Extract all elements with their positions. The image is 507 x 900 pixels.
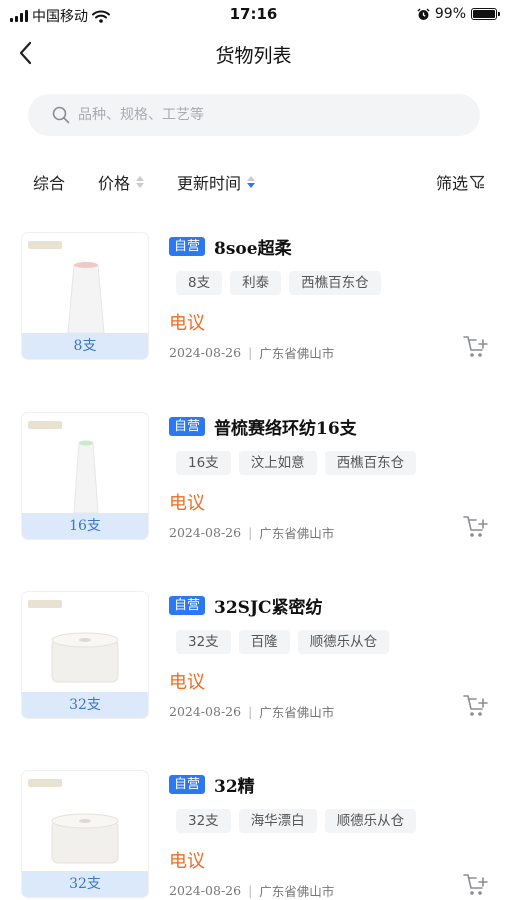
tag: 西樵百东仓 — [324, 451, 417, 475]
update-date: 2024-08-26 — [169, 704, 242, 719]
tag: 32支 — [176, 630, 231, 654]
product-info: 自营 32SJC紧密纺 32支 百隆 顺德乐从仓 电议 2024-08-26 |… — [169, 592, 489, 721]
meta-row: 2024-08-26 | 广东省佛山市 — [169, 702, 489, 721]
tag: 百隆 — [238, 630, 290, 654]
tag-list: 8支 利泰 西樵百东仓 — [176, 271, 489, 295]
spec-label: 16支 — [22, 513, 148, 539]
product-card[interactable]: 32支 自营 32SJC紧密纺 32支 百隆 顺德乐从仓 电议 2024-08-… — [0, 592, 507, 732]
update-date: 2024-08-26 — [169, 345, 242, 360]
battery-icon — [471, 8, 500, 20]
product-info: 自营 32精 32支 海华漂白 顺德乐从仓 电议 2024-08-26 | 广东… — [169, 771, 489, 900]
sort-update-time-label: 更新时间 — [177, 174, 242, 193]
product-image[interactable]: 8支 — [22, 233, 148, 359]
search-bar[interactable] — [28, 94, 480, 136]
sort-arrows-icon — [136, 176, 145, 188]
divider: | — [248, 883, 253, 898]
brand-logo — [28, 241, 62, 249]
product-title: 8soe超柔 — [214, 238, 292, 259]
sort-arrows-icon — [247, 176, 256, 188]
update-date: 2024-08-26 — [169, 525, 242, 540]
self-operated-badge: 自营 — [169, 416, 206, 436]
back-arrow-icon[interactable] — [14, 40, 40, 66]
tag: 顺德乐从仓 — [324, 809, 417, 833]
self-operated-badge: 自营 — [169, 774, 206, 794]
sort-bar: 综合 价格 更新时间 筛选 — [0, 168, 507, 196]
product-card[interactable]: 8支 自营 8soe超柔 8支 利泰 西樵百东仓 电议 2024-08-26 |… — [0, 233, 507, 373]
product-title: 32SJC紧密纺 — [214, 597, 323, 618]
location: 广东省佛山市 — [259, 705, 335, 720]
meta-row: 2024-08-26 | 广东省佛山市 — [169, 881, 489, 900]
add-to-cart-icon[interactable] — [462, 693, 490, 719]
location: 广东省佛山市 — [259, 346, 335, 361]
sort-price-label: 价格 — [98, 174, 131, 193]
tag: 西樵百东仓 — [289, 271, 381, 295]
tag-list: 16支 汶上如意 西樵百东仓 — [176, 451, 489, 475]
brand-logo — [28, 779, 62, 787]
product-info: 自营 8soe超柔 8支 利泰 西樵百东仓 电议 2024-08-26 | 广东… — [169, 233, 489, 362]
tag: 32支 — [176, 809, 231, 833]
divider: | — [248, 345, 253, 360]
location: 广东省佛山市 — [259, 884, 335, 899]
product-image[interactable]: 32支 — [22, 592, 148, 718]
tag-list: 32支 海华漂白 顺德乐从仓 — [176, 809, 489, 833]
product-image[interactable]: 16支 — [22, 413, 148, 539]
meta-row: 2024-08-26 | 广东省佛山市 — [169, 343, 489, 362]
tag: 顺德乐从仓 — [297, 630, 390, 654]
spec-label: 32支 — [22, 692, 148, 718]
product-image[interactable]: 32支 — [22, 771, 148, 897]
self-operated-badge: 自营 — [169, 595, 206, 615]
meta-row: 2024-08-26 | 广东省佛山市 — [169, 523, 489, 542]
tag: 汶上如意 — [238, 451, 317, 475]
filter-icon — [469, 175, 485, 189]
tag: 利泰 — [230, 271, 282, 295]
sort-comprehensive-label: 综合 — [33, 174, 66, 193]
battery-percent: 99% — [434, 6, 466, 22]
product-card[interactable]: 32支 自营 32精 32支 海华漂白 顺德乐从仓 电议 2024-08-26 … — [0, 771, 507, 900]
status-right: 99% — [417, 6, 500, 22]
divider: | — [248, 704, 253, 719]
tag-list: 32支 百隆 顺德乐从仓 — [176, 630, 489, 654]
sort-price[interactable]: 价格 — [98, 170, 145, 194]
tag: 16支 — [176, 451, 231, 475]
filter-button[interactable]: 筛选 — [436, 170, 485, 194]
location: 广东省佛山市 — [259, 526, 335, 541]
add-to-cart-icon[interactable] — [462, 872, 490, 898]
update-date: 2024-08-26 — [169, 883, 242, 898]
price: 电议 — [169, 493, 205, 514]
alarm-icon — [417, 8, 430, 20]
add-to-cart-icon[interactable] — [462, 514, 490, 540]
sort-update-time[interactable]: 更新时间 — [177, 170, 256, 194]
brand-logo — [28, 421, 62, 429]
add-to-cart-icon[interactable] — [462, 334, 490, 360]
search-icon — [52, 106, 70, 124]
price: 电议 — [169, 313, 205, 334]
product-card[interactable]: 16支 自营 普梳赛络环纺16支 16支 汶上如意 西樵百东仓 电议 2024-… — [0, 413, 507, 553]
divider: | — [248, 525, 253, 540]
self-operated-badge: 自营 — [169, 236, 206, 256]
spec-label: 8支 — [22, 333, 148, 359]
search-input[interactable] — [78, 107, 438, 123]
price: 电议 — [169, 851, 205, 872]
header: 货物列表 — [0, 30, 507, 76]
tag: 8支 — [176, 271, 223, 295]
status-bar: 中国移动 17:16 99% — [0, 0, 507, 30]
product-title: 32精 — [214, 776, 255, 797]
page-title: 货物列表 — [215, 45, 292, 67]
tag: 海华漂白 — [238, 809, 317, 833]
spec-label: 32支 — [22, 871, 148, 897]
product-info: 自营 普梳赛络环纺16支 16支 汶上如意 西樵百东仓 电议 2024-08-2… — [169, 413, 489, 542]
brand-logo — [28, 600, 62, 608]
price: 电议 — [169, 672, 205, 693]
product-title: 普梳赛络环纺16支 — [214, 418, 357, 439]
filter-label: 筛选 — [436, 174, 469, 193]
sort-comprehensive[interactable]: 综合 — [33, 170, 65, 194]
